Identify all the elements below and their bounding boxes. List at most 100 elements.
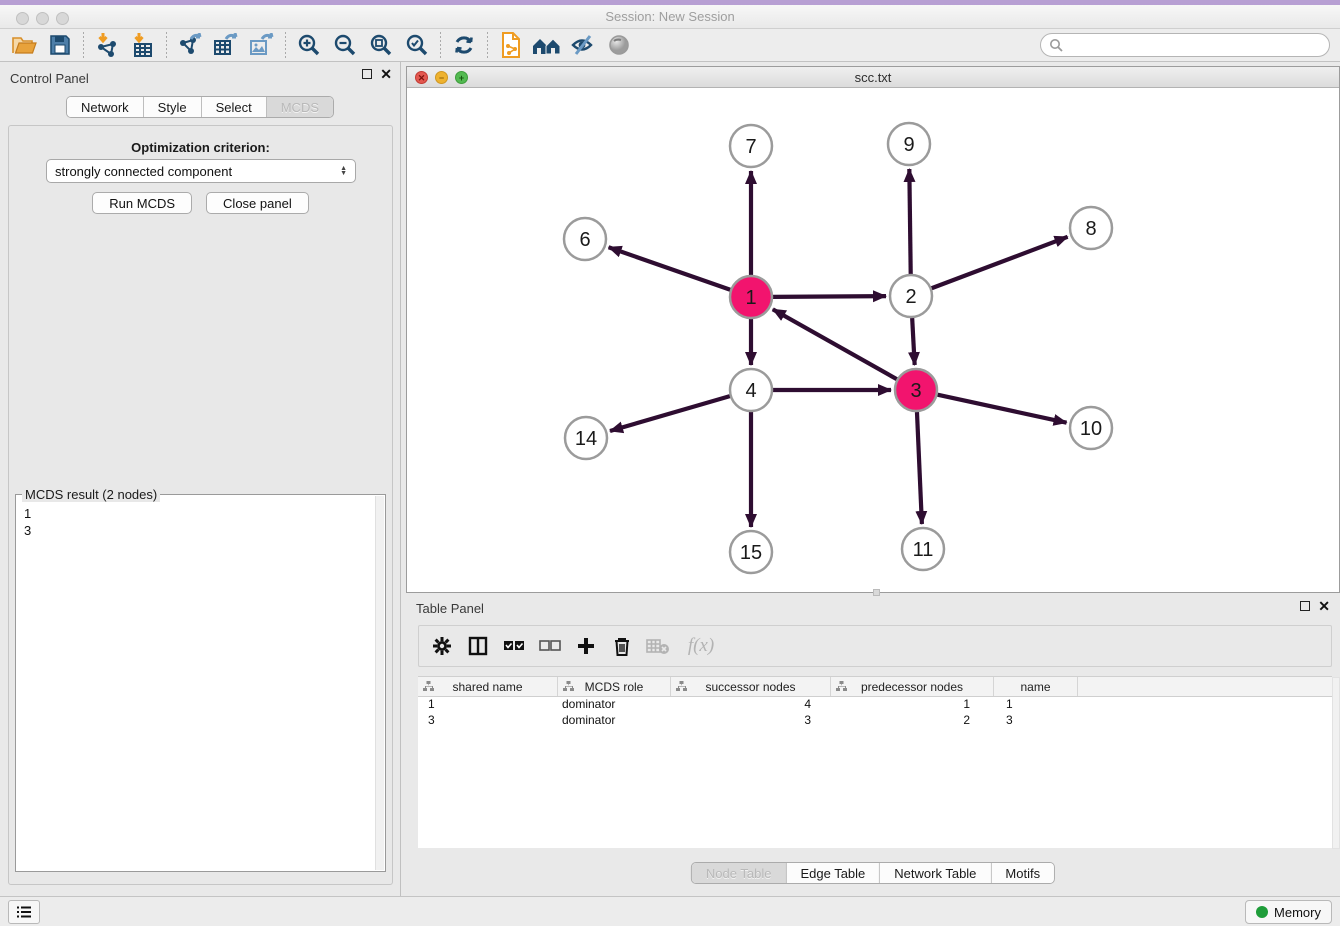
- table-settings-icon[interactable]: [427, 631, 457, 661]
- edge-4-14[interactable]: [610, 396, 730, 431]
- graph-node-11[interactable]: 11: [902, 528, 944, 570]
- open-session-icon[interactable]: [6, 30, 42, 60]
- table-row[interactable]: 3dominator323: [418, 713, 1332, 729]
- export-network-icon[interactable]: [172, 30, 208, 60]
- export-image-icon[interactable]: [244, 30, 280, 60]
- window-resize-handle[interactable]: [873, 589, 880, 596]
- app-title: Session: New Session: [0, 9, 1340, 24]
- graph-node-10[interactable]: 10: [1070, 407, 1112, 449]
- graph-node-15[interactable]: 15: [730, 531, 772, 573]
- apply-layout-icon[interactable]: [446, 30, 482, 60]
- cell-predecessor-nodes[interactable]: 1: [831, 697, 994, 713]
- run-mcds-button[interactable]: Run MCDS: [92, 192, 192, 214]
- hide-graphics-details-icon[interactable]: [565, 30, 601, 60]
- float-panel-icon[interactable]: [362, 69, 372, 79]
- zoom-out-icon[interactable]: [327, 30, 363, 60]
- graph-node-6[interactable]: 6: [564, 218, 606, 260]
- column-header-successor-nodes[interactable]: successor nodes: [671, 677, 831, 696]
- table-scrollbar[interactable]: [1332, 677, 1340, 849]
- table-tab-edge-table[interactable]: Edge Table: [786, 863, 880, 883]
- tab-network[interactable]: Network: [67, 97, 144, 117]
- cell-shared-name[interactable]: 1: [418, 697, 558, 713]
- zoom-fit-icon[interactable]: [363, 30, 399, 60]
- edge-1-6[interactable]: [609, 247, 731, 289]
- table-tab-node-table[interactable]: Node Table: [692, 863, 787, 883]
- column-header-name[interactable]: name: [994, 677, 1078, 696]
- table-tab-network-table[interactable]: Network Table: [880, 863, 991, 883]
- network-graph[interactable]: 1 2 3 4 6 7 8 9 10 11 14 15: [407, 88, 1339, 592]
- column-header-shared-name[interactable]: shared name: [418, 677, 558, 696]
- tab-mcds[interactable]: MCDS: [267, 97, 333, 117]
- column-header-predecessor-nodes[interactable]: predecessor nodes: [831, 677, 994, 696]
- edge-3-11[interactable]: [917, 412, 922, 524]
- network-canvas[interactable]: 1 2 3 4 6 7 8 9 10 11 14 15: [407, 88, 1339, 592]
- edge-2-9[interactable]: [909, 169, 910, 274]
- column-type-icon: [423, 681, 434, 692]
- tab-style[interactable]: Style: [144, 97, 202, 117]
- node-label: 2: [905, 286, 916, 308]
- node-attribute-table[interactable]: shared nameMCDS rolesuccessor nodesprede…: [418, 676, 1332, 848]
- import-table-icon[interactable]: [125, 30, 161, 60]
- birds-eye-view-icon[interactable]: [601, 30, 637, 60]
- search-field[interactable]: [1040, 33, 1330, 57]
- edge-1-2[interactable]: [773, 296, 886, 297]
- graph-node-4[interactable]: 4: [730, 369, 772, 411]
- cell-predecessor-nodes[interactable]: 2: [831, 713, 994, 729]
- graph-node-14[interactable]: 14: [565, 417, 607, 459]
- table-header-row: shared nameMCDS rolesuccessor nodesprede…: [418, 677, 1332, 697]
- cell-name[interactable]: 3: [994, 713, 1078, 729]
- node-label: 7: [745, 136, 756, 158]
- close-panel-icon[interactable]: ✕: [380, 69, 392, 79]
- toolbar-separator: [285, 32, 286, 58]
- tab-select[interactable]: Select: [202, 97, 267, 117]
- deselect-all-rows-icon[interactable]: [535, 631, 565, 661]
- edge-3-1[interactable]: [773, 309, 897, 379]
- select-all-rows-icon[interactable]: [499, 631, 529, 661]
- graph-node-8[interactable]: 8: [1070, 207, 1112, 249]
- graph-node-9[interactable]: 9: [888, 123, 930, 165]
- memory-button[interactable]: Memory: [1245, 900, 1332, 924]
- zoom-in-icon[interactable]: [291, 30, 327, 60]
- graph-node-7[interactable]: 7: [730, 125, 772, 167]
- graph-node-2[interactable]: 2: [890, 275, 932, 317]
- edge-2-8[interactable]: [932, 237, 1068, 288]
- cell-mcds-role[interactable]: dominator: [558, 713, 671, 729]
- task-manager-button[interactable]: [8, 900, 40, 924]
- float-table-panel-icon[interactable]: [1300, 601, 1310, 611]
- close-panel-button[interactable]: Close panel: [206, 192, 309, 214]
- export-table-icon[interactable]: [208, 30, 244, 60]
- node-label: 15: [740, 542, 762, 564]
- cell-shared-name[interactable]: 3: [418, 713, 558, 729]
- table-tab-motifs[interactable]: Motifs: [991, 863, 1054, 883]
- control-panel-title: Control Panel: [10, 71, 89, 86]
- graph-node-3[interactable]: 3: [895, 369, 937, 411]
- search-input[interactable]: [1063, 38, 1329, 53]
- cell-successor-nodes[interactable]: 4: [671, 697, 831, 713]
- edge-3-10[interactable]: [937, 395, 1066, 423]
- cell-successor-nodes[interactable]: 3: [671, 713, 831, 729]
- network-overview-icon[interactable]: [529, 30, 565, 60]
- clone-network-icon[interactable]: [493, 30, 529, 60]
- cell-name[interactable]: 1: [994, 697, 1078, 713]
- optimization-criterion-select[interactable]: strongly connected component ▲▼: [46, 159, 356, 183]
- save-session-icon[interactable]: [42, 30, 78, 60]
- edge-2-3[interactable]: [912, 318, 915, 365]
- column-header-mcds-role[interactable]: MCDS role: [558, 677, 671, 696]
- network-window-titlebar[interactable]: ✕ − + scc.txt: [407, 67, 1339, 88]
- mcds-result-list[interactable]: 1 3: [24, 505, 377, 539]
- delete-table-icon[interactable]: [643, 631, 673, 661]
- mcds-result-scrollbar[interactable]: [375, 496, 384, 870]
- toolbar-separator: [487, 32, 488, 58]
- node-label: 10: [1080, 418, 1102, 440]
- node-label: 3: [910, 380, 921, 402]
- add-column-icon[interactable]: [571, 631, 601, 661]
- table-row[interactable]: 1dominator411: [418, 697, 1332, 713]
- function-builder-icon[interactable]: f(x): [679, 631, 723, 661]
- close-table-panel-icon[interactable]: ✕: [1318, 601, 1330, 611]
- import-network-icon[interactable]: [89, 30, 125, 60]
- delete-column-icon[interactable]: [607, 631, 637, 661]
- toggle-panel-mode-icon[interactable]: [463, 631, 493, 661]
- zoom-selected-icon[interactable]: [399, 30, 435, 60]
- cell-mcds-role[interactable]: dominator: [558, 697, 671, 713]
- graph-node-1[interactable]: 1: [730, 276, 772, 318]
